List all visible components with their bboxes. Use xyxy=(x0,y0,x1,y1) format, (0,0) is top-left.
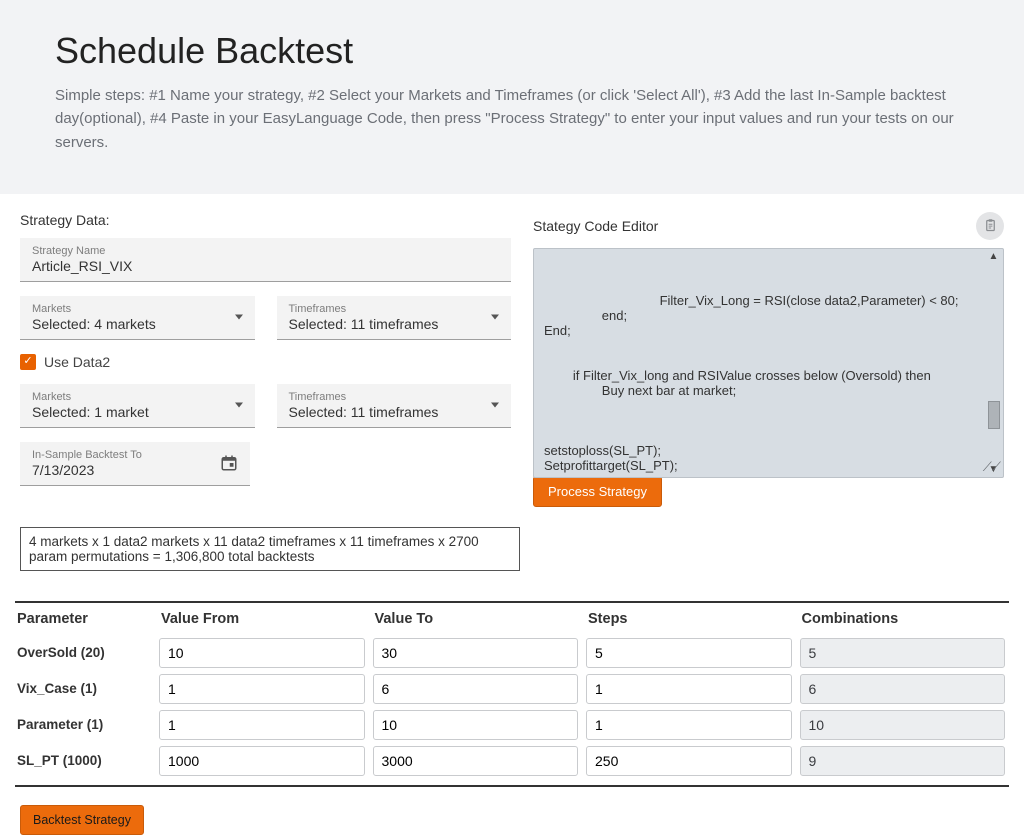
code-line: setstoploss(SL_PT); xyxy=(544,443,981,458)
process-strategy-button[interactable]: Process Strategy xyxy=(533,476,662,507)
value-from-input[interactable] xyxy=(159,746,365,776)
code-line xyxy=(544,398,981,413)
value-from-input[interactable] xyxy=(159,710,365,740)
code-line xyxy=(544,338,981,353)
value-from-input[interactable] xyxy=(159,638,365,668)
scroll-up-icon[interactable]: ▲ xyxy=(989,251,999,262)
timeframes2-select[interactable]: Timeframes Selected: 11 timeframes xyxy=(277,384,512,428)
table-row: Vix_Case (1) xyxy=(15,671,1009,707)
chevron-down-icon xyxy=(235,403,243,408)
value-to-input[interactable] xyxy=(373,710,579,740)
table-header-row: Parameter Value From Value To Steps Comb… xyxy=(15,603,1009,635)
timeframes2-label: Timeframes xyxy=(289,391,500,403)
code-editor-panel: Stategy Code Editor Filter_Vix_Long = RS… xyxy=(533,212,1004,507)
scroll-thumb[interactable] xyxy=(988,401,1000,429)
combinations-output xyxy=(800,674,1006,704)
code-line: End; xyxy=(544,323,981,338)
param-name-cell: SL_PT (1000) xyxy=(15,743,155,779)
steps-input[interactable] xyxy=(586,710,792,740)
timeframes1-value: Selected: 11 timeframes xyxy=(289,316,439,332)
page-title: Schedule Backtest xyxy=(55,30,969,72)
combinations-output xyxy=(800,710,1006,740)
code-line: if Filter_Vix_long and RSIValue crosses … xyxy=(544,368,981,383)
strategy-name-field[interactable]: Strategy Name Article_RSI_VIX xyxy=(20,238,511,282)
strategy-name-label: Strategy Name xyxy=(32,245,499,257)
backtest-strategy-button[interactable]: Backtest Strategy xyxy=(20,805,144,835)
resize-handle-icon[interactable]: ⟋⟋ xyxy=(983,459,1001,475)
value-to-input[interactable] xyxy=(373,674,579,704)
code-line: Buy next bar at market; xyxy=(544,383,981,398)
scrollbar[interactable]: ▲ ▼ xyxy=(986,251,1001,475)
table-row: OverSold (20) xyxy=(15,635,1009,671)
strategy-data-label: Strategy Data: xyxy=(20,212,511,228)
markets2-value: Selected: 1 market xyxy=(32,404,149,420)
markets1-label: Markets xyxy=(32,303,243,315)
code-line xyxy=(544,413,981,428)
code-line: Filter_Vix_Long = RSI(close data2,Parame… xyxy=(544,293,981,308)
th-value-to: Value To xyxy=(369,603,583,635)
use-data2-label: Use Data2 xyxy=(44,354,110,370)
code-line: end; xyxy=(544,308,981,323)
insample-date-label: In-Sample Backtest To xyxy=(32,449,238,461)
summary-box: 4 markets x 1 data2 markets x 11 data2 t… xyxy=(20,527,520,571)
steps-input[interactable] xyxy=(586,674,792,704)
steps-input[interactable] xyxy=(586,746,792,776)
steps-input[interactable] xyxy=(586,638,792,668)
param-name-cell: Parameter (1) xyxy=(15,707,155,743)
th-parameter: Parameter xyxy=(15,603,155,635)
timeframes2-value: Selected: 11 timeframes xyxy=(289,404,439,420)
markets2-label: Markets xyxy=(32,391,243,403)
parameter-table: Parameter Value From Value To Steps Comb… xyxy=(15,601,1009,787)
markets2-select[interactable]: Markets Selected: 1 market xyxy=(20,384,255,428)
page-subtitle: Simple steps: #1 Name your strategy, #2 … xyxy=(55,84,955,154)
clipboard-icon xyxy=(983,218,998,233)
timeframes1-label: Timeframes xyxy=(289,303,500,315)
markets1-select[interactable]: Markets Selected: 4 markets xyxy=(20,296,255,340)
code-editor-label: Stategy Code Editor xyxy=(533,218,658,234)
th-value-from: Value From xyxy=(155,603,369,635)
strategy-data-panel: Strategy Data: Strategy Name Article_RSI… xyxy=(20,212,511,507)
use-data2-checkbox[interactable]: ✓ xyxy=(20,354,36,370)
param-name-cell: OverSold (20) xyxy=(15,635,155,671)
chevron-down-icon xyxy=(491,403,499,408)
markets1-value: Selected: 4 markets xyxy=(32,316,156,332)
code-line xyxy=(544,428,981,443)
strategy-name-value: Article_RSI_VIX xyxy=(32,258,132,274)
code-line xyxy=(544,353,981,368)
header-block: Schedule Backtest Simple steps: #1 Name … xyxy=(0,0,1024,194)
th-combinations: Combinations xyxy=(796,603,1010,635)
calendar-icon xyxy=(220,454,238,472)
combinations-output xyxy=(800,638,1006,668)
insample-date-field[interactable]: In-Sample Backtest To 7/13/2023 xyxy=(20,442,250,486)
chevron-down-icon xyxy=(491,315,499,320)
value-from-input[interactable] xyxy=(159,674,365,704)
th-steps: Steps xyxy=(582,603,796,635)
combinations-output xyxy=(800,746,1006,776)
value-to-input[interactable] xyxy=(373,746,579,776)
paste-button[interactable] xyxy=(976,212,1004,240)
chevron-down-icon xyxy=(235,315,243,320)
code-line: Setprofittarget(SL_PT); xyxy=(544,458,981,473)
insample-date-value: 7/13/2023 xyxy=(32,462,94,478)
timeframes1-select[interactable]: Timeframes Selected: 11 timeframes xyxy=(277,296,512,340)
table-row: Parameter (1) xyxy=(15,707,1009,743)
param-name-cell: Vix_Case (1) xyxy=(15,671,155,707)
code-editor-textarea[interactable]: Filter_Vix_Long = RSI(close data2,Parame… xyxy=(533,248,1004,478)
table-row: SL_PT (1000) xyxy=(15,743,1009,779)
value-to-input[interactable] xyxy=(373,638,579,668)
